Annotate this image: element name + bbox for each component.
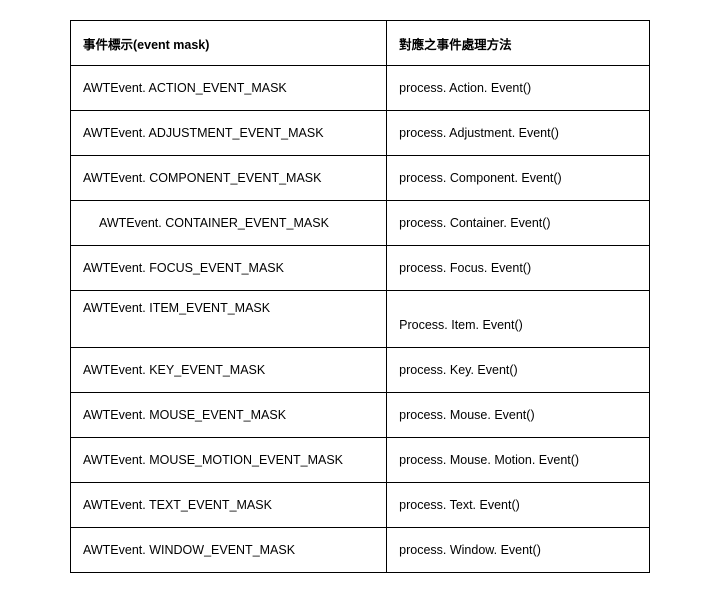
header-mask: 事件標示(event mask) [71,21,387,66]
table-header-row: 事件標示(event mask) 對應之事件處理方法 [71,21,650,66]
cell-method: process. Adjustment. Event() [387,111,650,156]
cell-mask: AWTEvent. CONTAINER_EVENT_MASK [71,201,387,246]
table-row: AWTEvent. FOCUS_EVENT_MASKprocess. Focus… [71,246,650,291]
table-row: AWTEvent. WINDOW_EVENT_MASKprocess. Wind… [71,528,650,573]
cell-method: process. Container. Event() [387,201,650,246]
cell-mask: AWTEvent. FOCUS_EVENT_MASK [71,246,387,291]
cell-mask: AWTEvent. WINDOW_EVENT_MASK [71,528,387,573]
cell-mask: AWTEvent. KEY_EVENT_MASK [71,348,387,393]
event-mask-table-container: 事件標示(event mask) 對應之事件處理方法 AWTEvent. ACT… [70,20,650,573]
cell-method: process. Key. Event() [387,348,650,393]
cell-method: process. Component. Event() [387,156,650,201]
cell-method: process. Focus. Event() [387,246,650,291]
table-row: AWTEvent. ACTION_EVENT_MASKprocess. Acti… [71,66,650,111]
table-row: AWTEvent. KEY_EVENT_MASKprocess. Key. Ev… [71,348,650,393]
table-row: AWTEvent. ITEM_EVENT_MASKProcess. Item. … [71,291,650,348]
table-row: AWTEvent. MOUSE_MOTION_EVENT_MASKprocess… [71,438,650,483]
event-mask-table: 事件標示(event mask) 對應之事件處理方法 AWTEvent. ACT… [70,20,650,573]
cell-mask: AWTEvent. ACTION_EVENT_MASK [71,66,387,111]
cell-method: Process. Item. Event() [387,291,650,348]
table-row: AWTEvent. MOUSE_EVENT_MASKprocess. Mouse… [71,393,650,438]
cell-mask: AWTEvent. MOUSE_MOTION_EVENT_MASK [71,438,387,483]
cell-mask: AWTEvent. COMPONENT_EVENT_MASK [71,156,387,201]
cell-method: process. Action. Event() [387,66,650,111]
table-row: AWTEvent. CONTAINER_EVENT_MASKprocess. C… [71,201,650,246]
table-row: AWTEvent. ADJUSTMENT_EVENT_MASKprocess. … [71,111,650,156]
cell-mask: AWTEvent. TEXT_EVENT_MASK [71,483,387,528]
table-row: AWTEvent. COMPONENT_EVENT_MASKprocess. C… [71,156,650,201]
cell-mask: AWTEvent. ADJUSTMENT_EVENT_MASK [71,111,387,156]
cell-method: process. Text. Event() [387,483,650,528]
table-row: AWTEvent. TEXT_EVENT_MASKprocess. Text. … [71,483,650,528]
cell-mask: AWTEvent. ITEM_EVENT_MASK [71,291,387,348]
cell-method: process. Window. Event() [387,528,650,573]
header-method: 對應之事件處理方法 [387,21,650,66]
cell-method: process. Mouse. Motion. Event() [387,438,650,483]
cell-method: process. Mouse. Event() [387,393,650,438]
cell-mask: AWTEvent. MOUSE_EVENT_MASK [71,393,387,438]
